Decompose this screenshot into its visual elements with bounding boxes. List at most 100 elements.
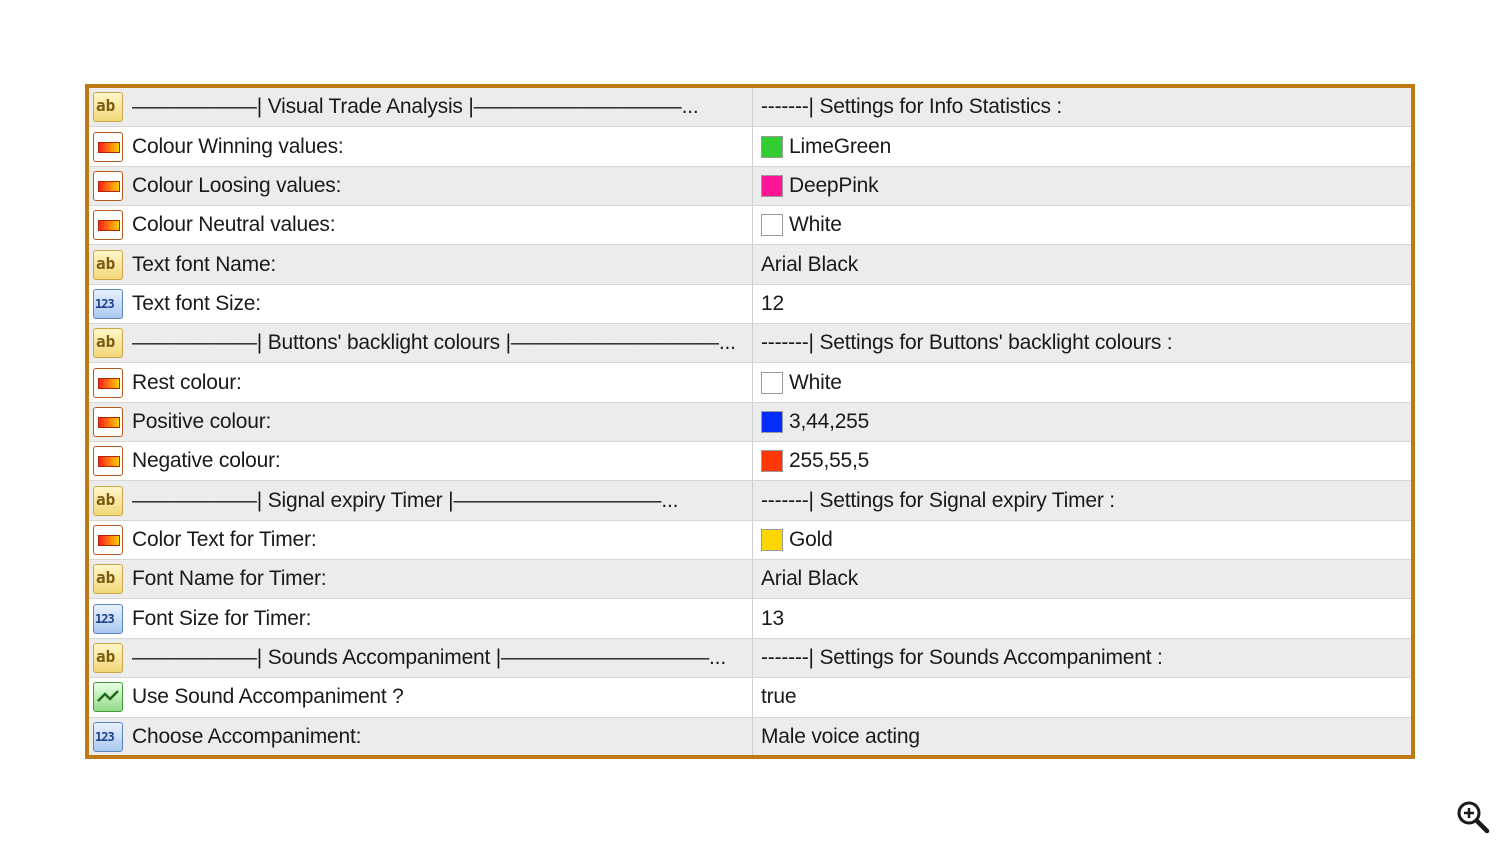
- table-row[interactable]: 123 Text font Size: 12: [89, 284, 1411, 325]
- color-swatch: [761, 528, 783, 551]
- parameter-value: Gold: [789, 527, 833, 551]
- color-swatch: [761, 174, 783, 197]
- table-row[interactable]: Colour Neutral values: White: [89, 206, 1411, 246]
- parameter-value: -------| Settings for Buttons' backlight…: [761, 331, 1173, 355]
- parameter-name-cell: 123 Font Size for Timer:: [89, 599, 753, 638]
- zoom-in-icon[interactable]: [1456, 800, 1490, 834]
- parameter-value-cell[interactable]: -------| Settings for Signal expiry Time…: [753, 481, 1411, 519]
- inputs-rows: ab ——————| Visual Trade Analysis |———————…: [89, 88, 1411, 756]
- table-row[interactable]: ab Font Name for Timer: Arial Black: [89, 560, 1411, 600]
- table-row[interactable]: Negative colour: 255,55,5: [89, 442, 1411, 482]
- parameter-name: Colour Winning values:: [132, 134, 344, 158]
- parameter-value: 13: [761, 606, 784, 630]
- color-swatch: [761, 135, 783, 158]
- parameter-value-cell[interactable]: 13: [753, 599, 1411, 637]
- parameter-name: Positive colour:: [132, 409, 272, 433]
- parameter-value: Arial Black: [761, 567, 858, 591]
- table-row[interactable]: 123 Choose Accompaniment: Male voice actin…: [89, 717, 1411, 756]
- number-icon: 123: [93, 603, 123, 634]
- parameter-name: ——————| Signal expiry Timer |——————————.…: [132, 488, 679, 512]
- parameter-name-cell: ab ——————| Visual Trade Analysis |———————…: [89, 88, 753, 127]
- parameter-name: Colour Neutral values:: [132, 213, 336, 237]
- table-row[interactable]: Color Text for Timer: Gold: [89, 520, 1411, 561]
- parameter-name: Font Name for Timer:: [132, 567, 327, 591]
- table-row[interactable]: Rest colour: White: [89, 363, 1411, 403]
- bool-icon: [93, 682, 123, 713]
- color-icon: [93, 446, 123, 477]
- parameter-value-cell[interactable]: -------| Settings for Buttons' backlight…: [753, 324, 1411, 362]
- parameter-name: Colour Loosing values:: [132, 173, 342, 197]
- color-icon: [93, 367, 123, 398]
- string-icon: ab: [93, 249, 123, 280]
- table-row[interactable]: ab ——————| Sounds Accompaniment |————————…: [89, 638, 1411, 679]
- number-icon: 123: [93, 288, 123, 319]
- parameter-value-cell[interactable]: true: [753, 678, 1411, 716]
- string-icon: ab: [93, 92, 123, 123]
- parameter-name-cell: 123 Choose Accompaniment:: [89, 717, 753, 755]
- parameter-name: Text font Name:: [132, 252, 277, 276]
- parameter-name-cell: Rest colour:: [89, 363, 753, 402]
- parameter-value-cell[interactable]: DeepPink: [753, 167, 1411, 205]
- table-row[interactable]: Positive colour: 3,44,255: [89, 402, 1411, 443]
- inputs-table: ab ——————| Visual Trade Analysis |———————…: [85, 84, 1415, 759]
- parameter-name: ——————| Sounds Accompaniment |——————————…: [132, 645, 726, 669]
- parameter-value: LimeGreen: [789, 134, 892, 158]
- color-icon: [93, 131, 123, 162]
- number-icon: 123: [93, 722, 123, 753]
- color-swatch: [761, 214, 783, 237]
- parameter-value: Male voice acting: [761, 725, 920, 749]
- parameter-name: Choose Accompaniment:: [132, 725, 362, 749]
- parameter-name: Negative colour:: [132, 449, 281, 473]
- table-row[interactable]: 123 Font Size for Timer: 13: [89, 599, 1411, 639]
- table-row[interactable]: ab Text font Name: Arial Black: [89, 245, 1411, 285]
- parameter-name-cell: ab ——————| Sounds Accompaniment |————————…: [89, 638, 753, 678]
- parameter-value: 12: [761, 291, 784, 315]
- parameter-name-cell: 123 Text font Size:: [89, 284, 753, 324]
- parameter-value-cell[interactable]: Gold: [753, 521, 1411, 559]
- parameter-name-cell: Colour Loosing values:: [89, 166, 753, 206]
- parameter-value-cell[interactable]: 12: [753, 285, 1411, 323]
- parameter-name-cell: ab Text font Name:: [89, 245, 753, 284]
- parameter-value-cell[interactable]: White: [753, 206, 1411, 244]
- color-swatch: [761, 410, 783, 433]
- color-icon: [93, 170, 123, 201]
- table-row[interactable]: Use Sound Accompaniment ? true: [89, 678, 1411, 718]
- string-icon: ab: [93, 485, 123, 516]
- parameter-name: Color Text for Timer:: [132, 527, 317, 551]
- parameter-value: Arial Black: [761, 252, 858, 276]
- parameter-value: -------| Settings for Signal expiry Time…: [761, 488, 1115, 512]
- parameter-value-cell[interactable]: 255,55,5: [753, 442, 1411, 480]
- parameter-name-cell: Positive colour:: [89, 402, 753, 442]
- parameter-name-cell: ab ——————| Signal expiry Timer |—————————…: [89, 481, 753, 520]
- parameter-name: Rest colour:: [132, 370, 242, 394]
- parameter-value-cell[interactable]: 3,44,255: [753, 403, 1411, 441]
- parameter-name-cell: Colour Winning values:: [89, 127, 753, 166]
- table-row[interactable]: ab ——————| Buttons' backlight colours |——…: [89, 324, 1411, 364]
- parameter-name-cell: Use Sound Accompaniment ?: [89, 678, 753, 717]
- parameter-value-cell[interactable]: Male voice acting: [753, 718, 1411, 756]
- parameter-name-cell: ab ——————| Buttons' backlight colours |——…: [89, 324, 753, 363]
- parameter-value-cell[interactable]: -------| Settings for Info Statistics :: [753, 88, 1411, 126]
- table-row[interactable]: ab ——————| Visual Trade Analysis |———————…: [89, 88, 1411, 128]
- parameter-value: White: [789, 213, 842, 237]
- string-icon: ab: [93, 564, 123, 595]
- parameter-value-cell[interactable]: Arial Black: [753, 245, 1411, 283]
- table-row[interactable]: ab ——————| Signal expiry Timer |—————————…: [89, 481, 1411, 521]
- color-icon: [93, 524, 123, 555]
- parameter-value: DeepPink: [789, 173, 879, 197]
- table-row[interactable]: Colour Loosing values: DeepPink: [89, 166, 1411, 207]
- parameter-name-cell: ab Font Name for Timer:: [89, 560, 753, 599]
- parameter-value-cell[interactable]: Arial Black: [753, 560, 1411, 598]
- parameter-value: 3,44,255: [789, 409, 870, 433]
- string-icon: ab: [93, 642, 123, 673]
- string-icon: ab: [93, 328, 123, 359]
- parameter-value-cell[interactable]: White: [753, 363, 1411, 401]
- parameter-value-cell[interactable]: LimeGreen: [753, 127, 1411, 165]
- parameter-value: -------| Settings for Sounds Accompanime…: [761, 645, 1163, 669]
- parameter-value-cell[interactable]: -------| Settings for Sounds Accompanime…: [753, 639, 1411, 677]
- parameter-value: -------| Settings for Info Statistics :: [761, 95, 1063, 119]
- table-row[interactable]: Colour Winning values: LimeGreen: [89, 127, 1411, 167]
- color-swatch: [761, 371, 783, 394]
- parameter-name-cell: Colour Neutral values:: [89, 206, 753, 245]
- parameter-name: Font Size for Timer:: [132, 606, 312, 630]
